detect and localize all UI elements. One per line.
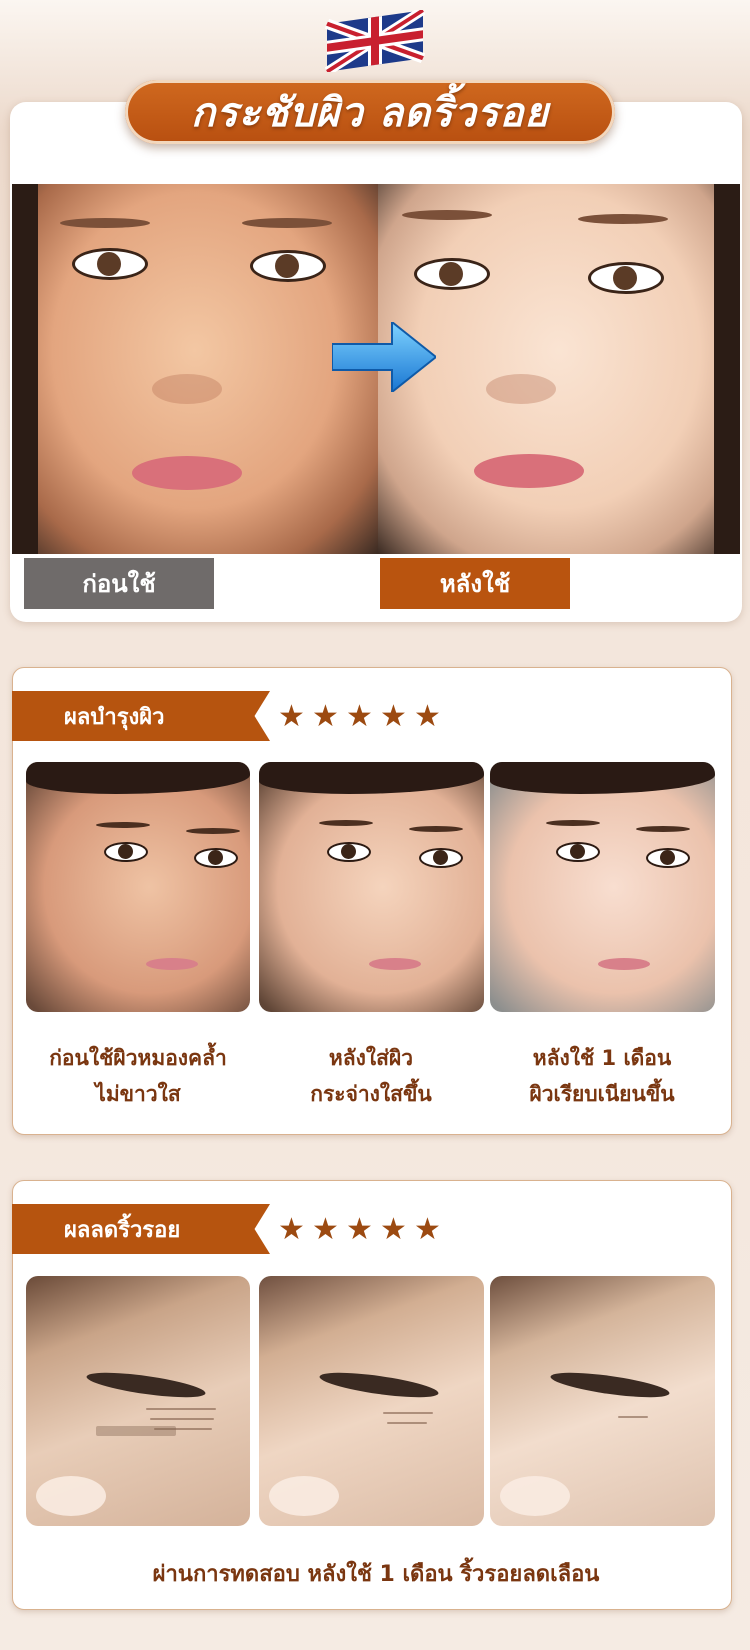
star-icon: ★ (278, 699, 305, 734)
star-icon: ★ (380, 1212, 407, 1247)
wrinkle-caption: ผ่านการทดสอบ หลังใช้ 1 เดือน ริ้วรอยลดเล… (152, 1562, 600, 1587)
skin-result-tag: ผลบำรุงผิว (12, 691, 270, 741)
skin-photo-after-apply (259, 762, 484, 1012)
star-icon: ★ (414, 1212, 441, 1247)
star-icon: ★ (312, 1212, 339, 1247)
wrinkle-rating-stars: ★ ★ ★ ★ ★ (278, 1212, 441, 1247)
skin-rating-stars: ★ ★ ★ ★ ★ (278, 699, 441, 734)
skin-caption-after-month: หลังใช้ 1 เดือน ผิวเรียบเนียนขึ้น (529, 1046, 675, 1106)
skin-caption-before: ก่อนใช้ผิวหมองคล้ำ ไม่ขาวใส (49, 1046, 227, 1106)
wrinkle-photo-mid (259, 1276, 484, 1526)
wrinkle-photo-before (26, 1276, 250, 1526)
skin-caption-after-apply: หลังใส่ผิว กระจ่างใสขึ้น (310, 1046, 432, 1106)
star-icon: ★ (380, 699, 407, 734)
uk-flag-icon (325, 10, 425, 72)
star-icon: ★ (346, 1212, 373, 1247)
star-icon: ★ (346, 699, 373, 734)
headline-banner: กระชับผิว ลดริ้วรอย (125, 80, 615, 144)
skin-photo-after-month (490, 762, 715, 1012)
skin-photo-before (26, 762, 250, 1012)
star-icon: ★ (312, 699, 339, 734)
wrinkle-photo-after (490, 1276, 715, 1526)
before-label: ก่อนใช้ (24, 558, 214, 609)
star-icon: ★ (278, 1212, 305, 1247)
arrow-right-icon (332, 322, 436, 392)
star-icon: ★ (414, 699, 441, 734)
before-face-photo (12, 184, 378, 554)
after-label: หลังใช้ (380, 558, 570, 609)
wrinkle-result-tag: ผลลดริ้วรอย (12, 1204, 270, 1254)
